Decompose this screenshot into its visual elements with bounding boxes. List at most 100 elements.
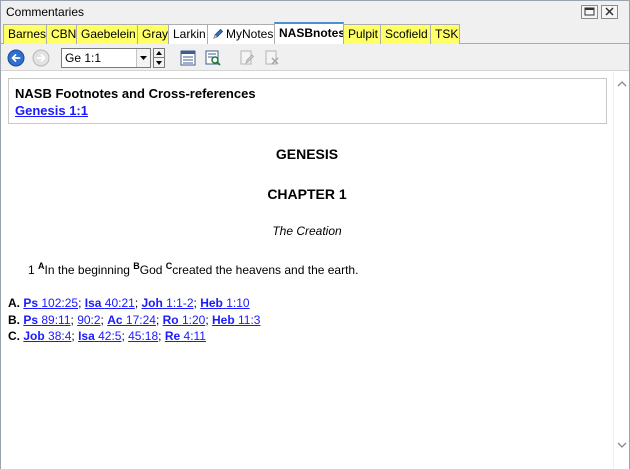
- notes-header: NASB Footnotes and Cross-references Gene…: [8, 78, 607, 124]
- cross-reference-link[interactable]: Isa 40:21: [85, 296, 135, 310]
- tab-label: Barnes: [8, 27, 47, 41]
- tab-label: Gaebelein: [81, 27, 136, 41]
- forward-button[interactable]: [32, 49, 50, 67]
- list-view-button[interactable]: [179, 49, 197, 67]
- tab-mynotes[interactable]: MyNotes: [207, 24, 275, 44]
- chevron-down-icon[interactable]: [136, 49, 150, 67]
- toolbar: Ge 1:1: [1, 44, 629, 71]
- reference-book: Re: [164, 329, 181, 343]
- reference-book: Isa: [84, 296, 102, 310]
- close-button[interactable]: [601, 5, 618, 19]
- header-reference-link[interactable]: Genesis 1:1: [15, 103, 88, 118]
- cross-reference-link[interactable]: Ps 102:25: [23, 296, 78, 310]
- reference-verse: 90:2: [77, 312, 101, 327]
- forward-arrow-icon: [32, 49, 50, 70]
- reference-verse: 11:3: [238, 312, 261, 327]
- reference-value: Ge 1:1: [65, 51, 102, 65]
- reference-verse: 1:20: [181, 312, 206, 327]
- cross-reference-link[interactable]: Job 38:4: [23, 329, 71, 343]
- cross-reference-link[interactable]: 90:2: [77, 313, 100, 327]
- verse-text-part: created the heavens and the earth.: [172, 263, 359, 277]
- vertical-scrollbar[interactable]: [613, 72, 629, 469]
- spin-down-icon[interactable]: [154, 58, 164, 67]
- search-view-button[interactable]: [204, 49, 222, 67]
- reference-verse: 40:21: [104, 296, 135, 310]
- reference-book: Joh: [141, 296, 163, 310]
- chapter-title: CHAPTER 1: [267, 186, 347, 202]
- reference-book: Job: [23, 329, 45, 343]
- search-view-icon: [204, 50, 222, 70]
- scroll-down-icon[interactable]: [616, 439, 628, 451]
- reference-book: Ro: [162, 312, 179, 327]
- tab-label: TSK: [435, 27, 459, 41]
- cross-reference-line: C. Job 38:4; Isa 42:5; 45:18; Re 4:11: [8, 329, 206, 343]
- restore-button[interactable]: [581, 5, 598, 19]
- cross-reference-list: A. Ps 102:25; Isa 40:21; Joh 1:1-2; Heb …: [8, 296, 260, 346]
- footnote-letter: A.: [8, 296, 20, 310]
- cross-reference-link[interactable]: Heb 11:3: [212, 313, 260, 327]
- window-title: Commentaries: [6, 5, 85, 19]
- reference-verse: 1:1-2: [166, 296, 194, 310]
- cross-reference-link[interactable]: 45:18: [128, 329, 158, 343]
- verse-text-part: God: [139, 263, 166, 277]
- cross-reference-link[interactable]: Joh 1:1-2: [141, 296, 193, 310]
- tab-pulpit[interactable]: Pulpit: [343, 24, 381, 44]
- tab-tsk[interactable]: TSK: [430, 24, 460, 44]
- title-bar: Commentaries: [1, 1, 629, 22]
- edit-note-button[interactable]: [238, 49, 256, 67]
- close-icon: [605, 5, 614, 19]
- list-view-icon: [179, 50, 197, 70]
- verse-text-part: In the beginning: [44, 263, 134, 277]
- delete-note-icon: [263, 50, 281, 70]
- reference-book: Heb: [211, 312, 235, 327]
- cross-reference-link[interactable]: Ps 89:11: [23, 313, 70, 327]
- reference-verse: 17:24: [125, 312, 156, 327]
- reference-verse: 38:4: [48, 329, 72, 343]
- cross-reference-link[interactable]: Ac 17:24: [107, 313, 156, 327]
- reference-verse: 4:11: [183, 329, 206, 343]
- reference-spinner[interactable]: [153, 48, 165, 68]
- tab-label: Scofield: [385, 27, 428, 41]
- tab-scofield[interactable]: Scofield: [380, 24, 431, 44]
- spin-up-icon[interactable]: [154, 49, 164, 58]
- cross-reference-link[interactable]: Ro 1:20: [163, 313, 206, 327]
- tab-label: Pulpit: [348, 27, 379, 41]
- commentaries-window: Commentaries Barnes CBN Gaebelein Gray L…: [0, 0, 630, 469]
- reference-book: Ac: [107, 312, 123, 327]
- commentary-content: NASB Footnotes and Cross-references Gene…: [1, 72, 613, 469]
- reference-book: Ps: [23, 296, 39, 310]
- reference-combobox[interactable]: Ge 1:1: [61, 48, 151, 68]
- back-button[interactable]: [7, 49, 25, 67]
- tab-nasbnotes[interactable]: NASBnotes: [274, 22, 346, 45]
- reference-verse: 42:5: [98, 329, 122, 343]
- reference-book: Ps: [23, 312, 39, 327]
- tab-label: Gray: [142, 27, 169, 41]
- tab-cbn[interactable]: CBN: [46, 24, 77, 44]
- tab-larkin[interactable]: Larkin: [168, 24, 208, 44]
- cross-reference-link[interactable]: Isa 42:5: [78, 329, 121, 343]
- tab-gray[interactable]: Gray: [137, 24, 169, 44]
- reference-book: Isa: [78, 329, 95, 343]
- restore-icon: [584, 5, 595, 19]
- reference-verse: 102:25: [41, 296, 79, 310]
- scroll-up-icon[interactable]: [616, 78, 628, 90]
- book-title: GENESIS: [275, 146, 339, 162]
- tab-label: Larkin: [173, 27, 206, 41]
- tab-label: MyNotes: [226, 27, 274, 41]
- tab-label: NASBnotes: [279, 26, 346, 40]
- cross-reference-link[interactable]: Re 4:11: [165, 329, 206, 343]
- tab-gaebelein[interactable]: Gaebelein: [76, 24, 138, 44]
- delete-note-button[interactable]: [263, 49, 281, 67]
- reference-book: Heb: [200, 296, 223, 310]
- cross-reference-line: A. Ps 102:25; Isa 40:21; Joh 1:1-2; Heb …: [8, 296, 250, 310]
- cross-reference-link[interactable]: Heb 1:10: [200, 296, 249, 310]
- edit-note-icon: [238, 50, 256, 70]
- commentary-tabs: Barnes CBN Gaebelein Gray Larkin MyNotes…: [1, 22, 629, 45]
- footnote-letter: B.: [8, 312, 20, 327]
- tab-barnes[interactable]: Barnes: [3, 24, 47, 44]
- verse-number: 1: [28, 263, 35, 277]
- verse-text: 1 AIn the beginning BGod Ccreated the he…: [28, 261, 358, 277]
- section-heading: The Creation: [272, 224, 342, 238]
- reference-verse: 89:11: [41, 312, 71, 327]
- tab-label: CBN: [51, 27, 77, 41]
